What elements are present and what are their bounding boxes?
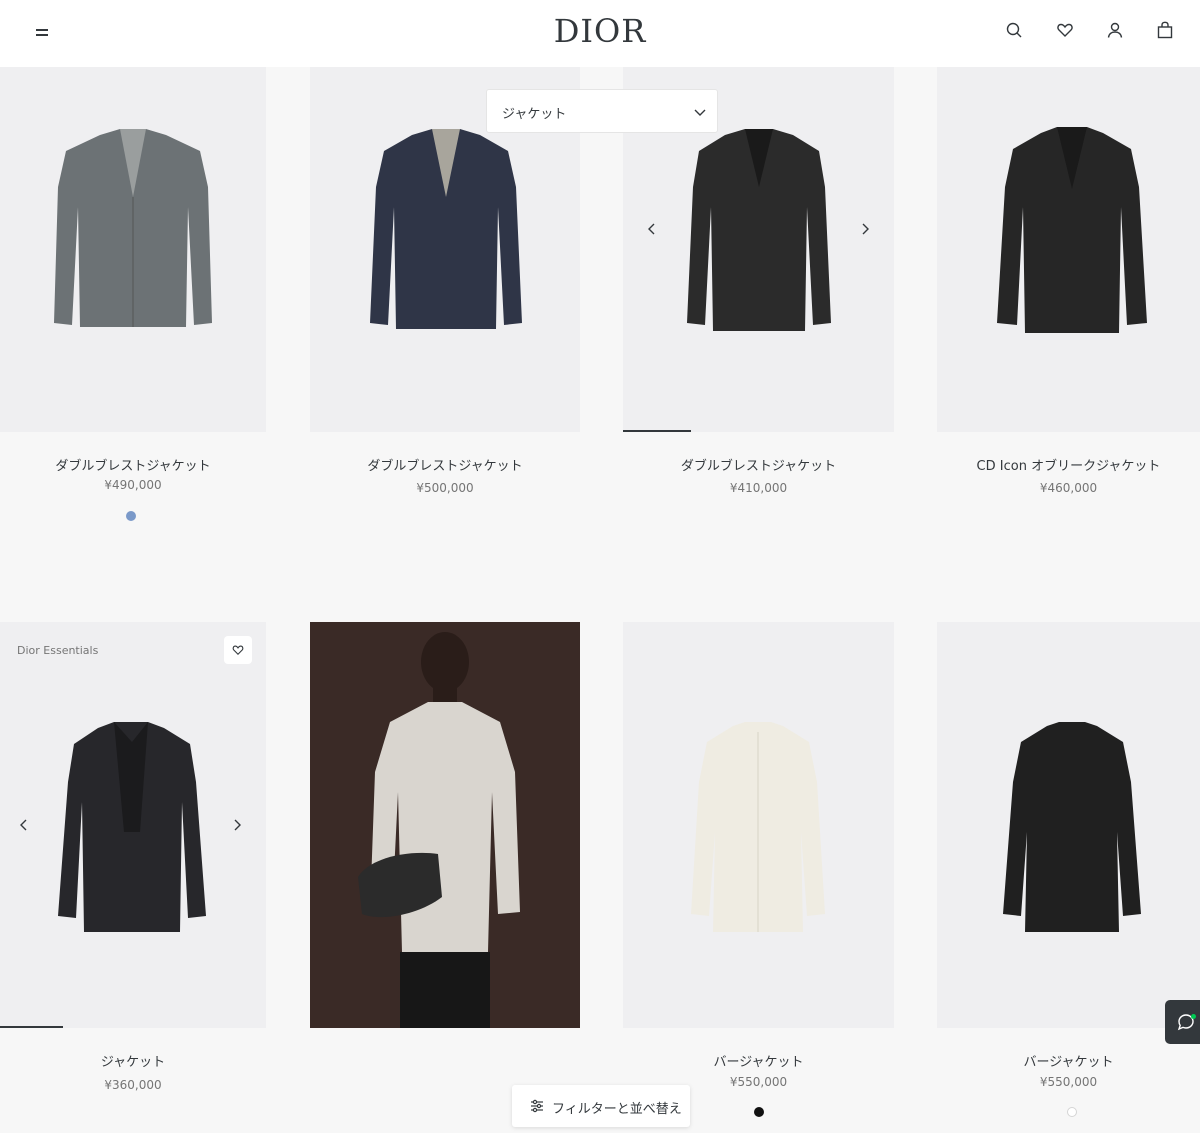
product-name[interactable]: CD Icon オブリークジャケット: [937, 455, 1200, 474]
product-card[interactable]: CD Icon オブリークジャケット ¥460,000: [937, 67, 1200, 537]
user-icon[interactable]: [1105, 20, 1125, 40]
next-image-arrow[interactable]: [858, 222, 872, 236]
chat-button[interactable]: [1165, 1000, 1200, 1044]
product-card[interactable]: ダブルブレストジャケット ¥410,000: [623, 67, 894, 537]
prev-image-arrow[interactable]: [645, 222, 659, 236]
next-image-arrow[interactable]: [230, 818, 244, 832]
bag-icon[interactable]: [1155, 20, 1175, 40]
heart-icon: [232, 645, 244, 655]
online-indicator: [1191, 1014, 1196, 1019]
filter-sort-label: フィルターと並べ替え: [552, 1102, 682, 1117]
product-card[interactable]: バージャケット ¥550,000: [937, 622, 1200, 1122]
editorial-image[interactable]: [310, 622, 580, 1028]
product-price: ¥550,000: [1039, 1075, 1098, 1089]
jacket-image: [58, 722, 206, 932]
color-swatch[interactable]: [126, 511, 136, 521]
filter-sort-button[interactable]: フィルターと並べ替え: [512, 1085, 690, 1127]
model-photo: [310, 622, 580, 1028]
wishlist-button[interactable]: [224, 636, 252, 664]
product-card[interactable]: ダブルブレストジャケット ¥490,000: [0, 67, 266, 537]
product-price: ¥360,000: [104, 1078, 162, 1092]
jacket-image: [370, 129, 522, 329]
product-name[interactable]: ダブルブレストジャケット: [310, 455, 580, 474]
product-image[interactable]: [623, 622, 894, 1028]
site-header: DIOR: [0, 0, 1200, 67]
product-image[interactable]: [0, 67, 266, 432]
product-price: ¥460,000: [1039, 481, 1098, 495]
heart-icon[interactable]: [1055, 20, 1075, 40]
jacket-image: [691, 722, 825, 932]
product-price: ¥410,000: [729, 481, 788, 495]
jacket-image: [54, 129, 212, 327]
product-card[interactable]: バージャケット ¥550,000: [623, 622, 894, 1122]
product-price: ¥500,000: [416, 481, 474, 495]
color-swatch[interactable]: [1067, 1107, 1077, 1117]
search-icon[interactable]: [1004, 20, 1024, 40]
color-swatch[interactable]: [754, 1107, 764, 1117]
product-card[interactable]: ジャケット ¥360,000: [0, 622, 266, 1122]
product-image[interactable]: [937, 622, 1200, 1028]
product-name[interactable]: バージャケット: [937, 1051, 1200, 1070]
carousel-progress: [0, 1026, 63, 1028]
category-select[interactable]: ジャケット: [486, 89, 718, 133]
collection-badge: Dior Essentials: [17, 644, 99, 657]
product-name[interactable]: ダブルブレストジャケット: [0, 455, 266, 474]
filter-icon: [531, 1099, 543, 1113]
chevron-down-icon: [694, 109, 706, 116]
product-image[interactable]: [937, 67, 1200, 432]
product-card[interactable]: ダブルブレストジャケット ¥500,000: [310, 67, 580, 537]
product-name[interactable]: ダブルブレストジャケット: [623, 455, 894, 474]
jacket-image: [687, 129, 831, 331]
category-select-value: ジャケット: [502, 107, 567, 122]
menu-icon[interactable]: [34, 26, 50, 38]
carousel-progress: [623, 430, 691, 432]
jacket-image: [1003, 722, 1141, 932]
product-image[interactable]: [0, 622, 266, 1028]
prev-image-arrow[interactable]: [17, 818, 31, 832]
product-name[interactable]: バージャケット: [623, 1051, 894, 1070]
dior-logo[interactable]: DIOR: [500, 12, 700, 50]
product-name[interactable]: ジャケット: [0, 1051, 266, 1070]
product-price: ¥490,000: [104, 478, 162, 492]
jacket-image: [997, 127, 1147, 333]
